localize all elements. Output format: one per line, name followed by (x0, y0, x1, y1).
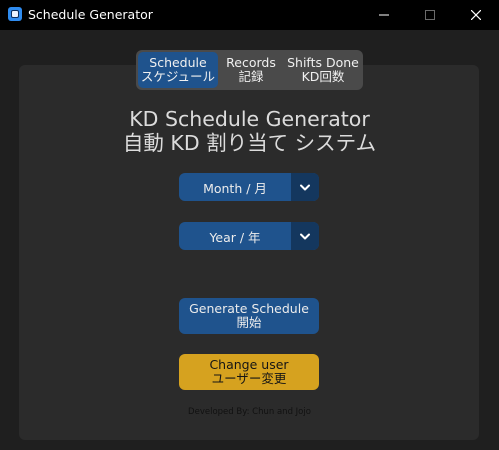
month-dropdown-value: Month / 月 (203, 180, 267, 196)
generate-schedule-button[interactable]: Generate Schedule 開始 (179, 298, 319, 334)
page-title-japanese: 自動 KD 割り当て システム (122, 131, 377, 155)
maximize-icon (425, 10, 435, 20)
tab-bar: Schedule スケジュール Records 記録 Shifts Done K… (136, 50, 363, 90)
tab-shifts-label-en: Shifts Done (287, 55, 359, 70)
chevron-down-icon (300, 184, 310, 190)
generate-schedule-label-jp: 開始 (236, 315, 262, 330)
title-bar: Schedule Generator (0, 0, 499, 30)
year-dropdown[interactable]: Year / 年 (179, 222, 319, 250)
tab-shifts-done[interactable]: Shifts Done KD回数 (285, 52, 361, 88)
close-icon (471, 10, 481, 20)
maximize-button[interactable] (407, 0, 453, 30)
tab-records-label-jp: 記録 (238, 69, 264, 84)
developer-credit: Developed By: Chun and Jojo (188, 407, 311, 417)
close-button[interactable] (453, 0, 499, 30)
change-user-label-en: Change user (209, 357, 289, 372)
tab-schedule-label-jp: スケジュール (140, 69, 216, 84)
month-dropdown-arrow[interactable] (291, 173, 319, 201)
chevron-down-icon (300, 233, 310, 239)
tab-schedule[interactable]: Schedule スケジュール (138, 52, 218, 88)
page-title-english: KD Schedule Generator (129, 107, 370, 131)
tab-schedule-label-en: Schedule (149, 55, 207, 70)
generate-schedule-label-en: Generate Schedule (189, 301, 309, 316)
year-dropdown-arrow[interactable] (291, 222, 319, 250)
month-dropdown[interactable]: Month / 月 (179, 173, 319, 201)
change-user-label-jp: ユーザー変更 (211, 371, 287, 386)
minimize-button[interactable] (361, 0, 407, 30)
change-user-button[interactable]: Change user ユーザー変更 (179, 354, 319, 390)
window-title: Schedule Generator (28, 7, 153, 22)
tab-records-label-en: Records (226, 55, 276, 70)
minimize-icon (379, 14, 389, 16)
app-icon (8, 7, 22, 21)
year-dropdown-value: Year / 年 (209, 229, 261, 245)
tab-shifts-label-jp: KD回数 (301, 69, 345, 84)
tab-records[interactable]: Records 記録 (220, 52, 282, 88)
